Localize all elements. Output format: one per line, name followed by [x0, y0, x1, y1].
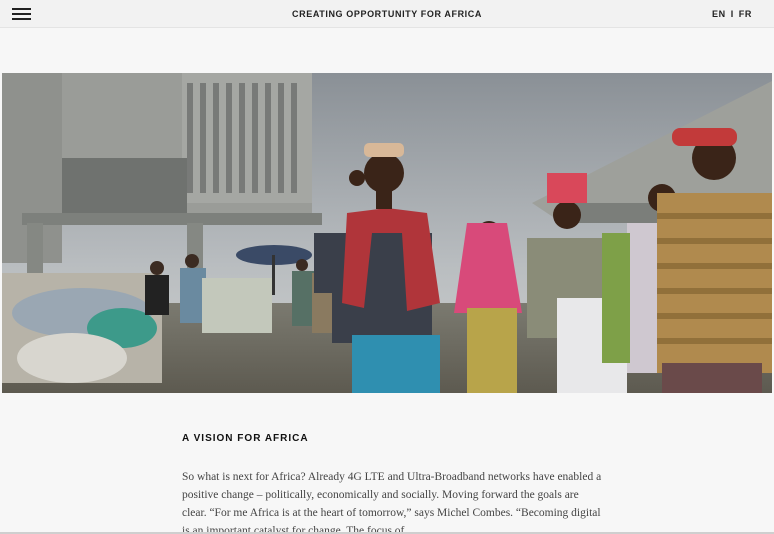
- site-title[interactable]: CREATING OPPORTUNITY FOR AFRICA: [0, 9, 774, 19]
- article-paragraph: So what is next for Africa? Already 4G L…: [182, 471, 602, 534]
- lang-fr-link[interactable]: FR: [739, 9, 752, 19]
- language-switcher: EN I FR: [712, 9, 752, 19]
- hero-image: [2, 73, 772, 393]
- lang-en-link[interactable]: EN: [712, 9, 726, 19]
- article-section: A VISION FOR AFRICA So what is next for …: [182, 433, 602, 534]
- lang-separator: I: [730, 9, 734, 19]
- top-bar: CREATING OPPORTUNITY FOR AFRICA EN I FR: [0, 0, 774, 28]
- article-heading: A VISION FOR AFRICA: [182, 433, 309, 444]
- market-scene-photo: [2, 73, 772, 393]
